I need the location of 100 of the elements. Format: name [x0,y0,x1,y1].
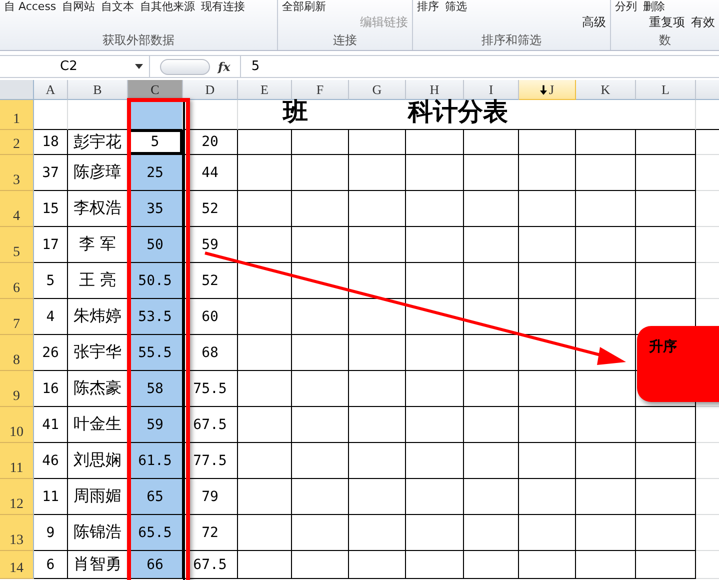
insert-function-button[interactable]: fx [218,60,230,74]
ribbon-button[interactable]: 重复项 [649,15,685,29]
ribbon-button[interactable]: 自文本 [101,0,134,14]
ribbon-button[interactable]: 分列 [615,0,637,14]
table-cell [406,407,464,443]
table-cell: 叶金生 [68,407,128,443]
table-cell [406,515,464,551]
table-cell: 15 [34,191,68,227]
table-cell [349,515,406,551]
table-cell: 4 [34,299,68,335]
table-cell [576,227,636,263]
ribbon-button[interactable]: 筛选 [445,0,467,14]
table-cell [464,263,519,299]
table-cell [576,371,636,407]
caret-icon[interactable] [135,64,143,69]
table-cell [238,371,292,407]
table-cell [464,551,519,579]
column-header[interactable]: K [576,80,636,100]
ribbon-button[interactable]: 排序 [417,0,439,14]
row-header[interactable]: 2 [0,130,34,155]
table-cell: 王 亮 [68,263,128,299]
row-header[interactable]: 4 [0,191,34,227]
row-header[interactable]: 11 [0,443,34,479]
row-header[interactable]: 12 [0,479,34,515]
table-cell [349,335,406,371]
column-header[interactable]: F [292,80,349,100]
row-header[interactable]: 14 [0,551,34,579]
table-cell: 陈锦浩 [68,515,128,551]
table-cell [576,407,636,443]
column-label: J [548,81,554,99]
ribbon-button[interactable]: 自网站 [62,0,96,14]
column-header[interactable]: G [349,80,406,100]
row-header[interactable]: 10 [0,407,34,443]
row-header[interactable]: 5 [0,227,34,263]
table-cell [349,443,406,479]
table-cell [292,335,349,371]
ribbon-button[interactable]: 自 Access [4,0,56,14]
row-header[interactable]: 6 [0,263,34,299]
table-cell [238,191,292,227]
ribbon-button[interactable]: 自其他来源 [140,0,196,14]
table-cell [292,479,349,515]
table-cell [636,155,696,191]
table-cell [292,299,349,335]
table-cell [636,263,696,299]
column-header[interactable]: J [519,80,576,100]
column-header[interactable] [696,80,719,100]
table-cell: 陈杰豪 [68,371,128,407]
table-cell [406,335,464,371]
table-cell [519,371,576,407]
table-cell [519,263,576,299]
table-cell [519,407,576,443]
table-cell: 11 [34,479,68,515]
cell-reference: C2 [60,59,78,74]
table-cell [636,479,696,515]
table-cell [349,407,406,443]
table-cell [238,263,292,299]
column-header[interactable]: L [636,80,696,100]
column-header[interactable]: I [464,80,519,100]
ribbon-button[interactable]: 全部刷新 [282,0,326,14]
row-header[interactable]: 7 [0,299,34,335]
table-cell [238,155,292,191]
column-header[interactable]: E [238,80,292,100]
ribbon-button[interactable]: 高级 [582,15,606,29]
column-header[interactable]: H [406,80,464,100]
ribbon-button[interactable]: 现有连接 [201,0,246,14]
row-header[interactable]: 9 [0,371,34,407]
column-header[interactable]: C [128,80,183,100]
table-cell [349,371,406,407]
table-cell [349,479,406,515]
table-cell [238,407,292,443]
table-cell [636,227,696,263]
column-header[interactable]: D [183,80,238,100]
table-cell [406,227,464,263]
table-cell [464,227,519,263]
table-cell [349,263,406,299]
table-cell: 18 [34,130,68,155]
name-box[interactable]: C2 [0,56,150,77]
row-header[interactable]: 8 [0,335,34,371]
column-header[interactable]: A [34,80,68,100]
table-cell [406,443,464,479]
row-header[interactable]: 13 [0,515,34,551]
table-cell [519,335,576,371]
table-cell [238,130,292,155]
formula-input[interactable]: 5 [240,56,719,77]
table-cell [464,479,519,515]
table-cell [238,479,292,515]
ribbon-button[interactable]: 删除 [643,0,665,14]
table-cell [406,263,464,299]
table-cell [238,551,292,579]
column-header[interactable]: B [68,80,128,100]
table-cell: 肖智勇 [68,551,128,579]
row-header[interactable]: 1 [0,100,34,130]
table-cell [576,130,636,155]
table-cell [519,551,576,579]
select-all-button[interactable] [0,80,34,100]
row-header[interactable]: 3 [0,155,34,191]
table-cell [34,100,68,130]
splitter-handle[interactable] [160,58,210,74]
table-cell [406,371,464,407]
ribbon-button[interactable]: 有效 [691,15,715,29]
